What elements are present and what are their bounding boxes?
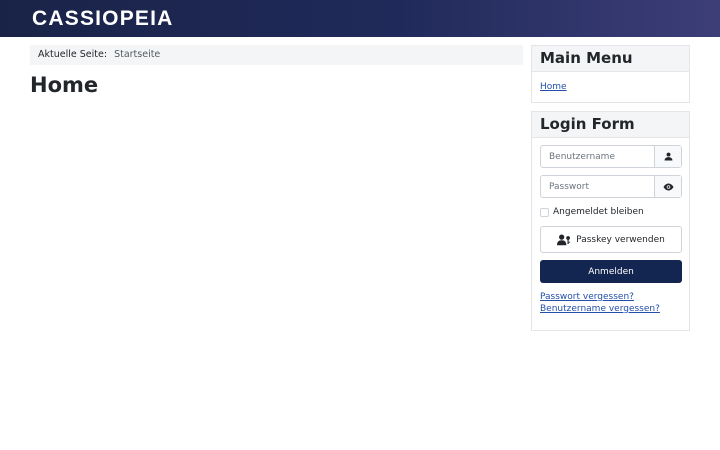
site-logo[interactable]: CASSIOPEIA [32, 8, 174, 30]
eye-icon[interactable] [654, 176, 681, 197]
login-button[interactable]: Anmelden [540, 260, 682, 283]
passkey-button[interactable]: Passkey verwenden [540, 226, 682, 253]
breadcrumb-current: Startseite [114, 49, 161, 60]
main-menu-title: Main Menu [532, 46, 689, 72]
page-title: Home [30, 73, 99, 97]
remember-me[interactable]: Angemeldet bleiben [540, 207, 644, 217]
login-form-module: Login Form Angemeldet bleiben Passkey ve… [531, 111, 690, 331]
passkey-label: Passkey verwenden [576, 234, 665, 245]
main-menu-module: Main Menu Home [531, 45, 690, 103]
user-key-icon [557, 233, 571, 245]
username-input[interactable] [541, 146, 654, 167]
remember-label: Angemeldet bleiben [553, 207, 644, 217]
forgot-username-link[interactable]: Benutzername vergessen? [540, 304, 660, 314]
password-input[interactable] [541, 176, 654, 197]
password-field [540, 175, 682, 198]
username-field [540, 145, 682, 168]
remember-checkbox[interactable] [540, 207, 549, 217]
login-form-title: Login Form [532, 112, 689, 138]
menu-item-home[interactable]: Home [540, 82, 567, 92]
breadcrumb: Aktuelle Seite: Startseite [30, 45, 523, 65]
site-header: CASSIOPEIA [0, 0, 720, 37]
forgot-password-link[interactable]: Passwort vergessen? [540, 292, 634, 302]
user-icon [654, 146, 681, 167]
breadcrumb-label: Aktuelle Seite: [38, 49, 108, 60]
